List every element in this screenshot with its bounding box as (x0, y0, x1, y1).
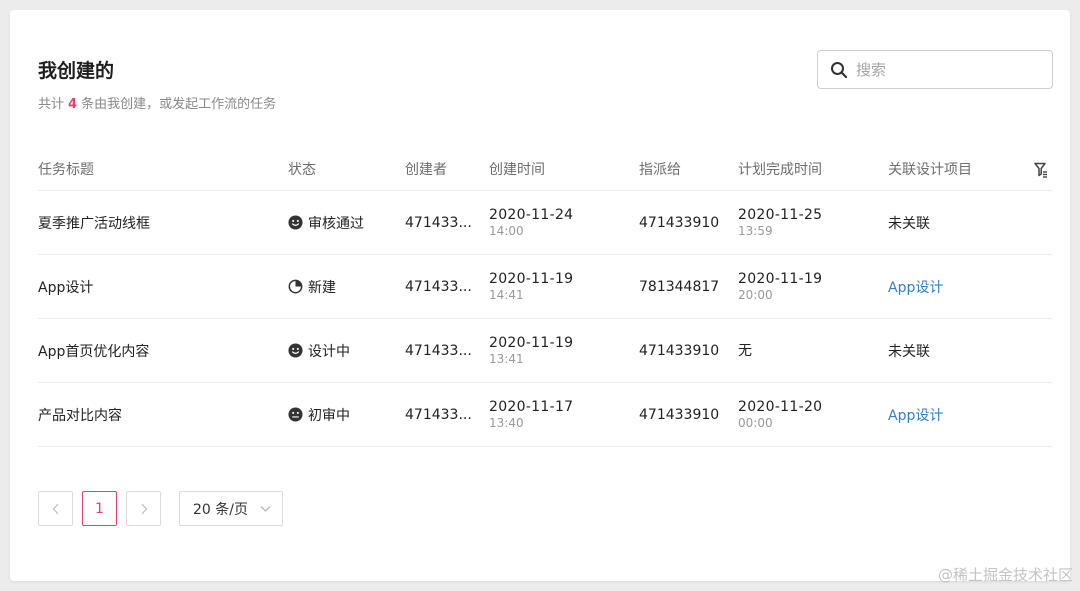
due-date: 2020-11-25 (738, 207, 823, 223)
due-clock: 00:00 (738, 416, 773, 430)
created-clock: 13:41 (489, 352, 524, 366)
task-due-time: 2020-11-19 20:00 (738, 271, 888, 302)
task-created-time: 2020-11-19 13:41 (489, 335, 639, 366)
task-project-link[interactable]: App设计 (888, 277, 1052, 297)
chevron-left-icon (52, 503, 58, 514)
table-row[interactable]: 夏季推广活动线框 审核通过 471433... 2020-11-24 14:00… (38, 191, 1052, 255)
task-created-time: 2020-11-19 14:41 (489, 271, 639, 302)
page-size-select[interactable]: 20 条/页 (179, 491, 283, 526)
task-title[interactable]: 夏季推广活动线框 (38, 213, 288, 233)
task-created-time: 2020-11-17 13:40 (489, 399, 639, 430)
table-row[interactable]: App首页优化内容 设计中 471433... 2020-11-19 13:41… (38, 319, 1052, 383)
task-title[interactable]: App设计 (38, 277, 288, 297)
task-project: 未关联 (888, 343, 930, 360)
task-creator: 471433... (405, 278, 472, 295)
task-status: 初审中 (288, 405, 405, 425)
task-due-time: 无 (738, 343, 888, 359)
created-date: 2020-11-19 (489, 271, 574, 287)
due-date: 无 (738, 342, 753, 359)
task-project-link[interactable]: App设计 (888, 405, 1052, 425)
page-number-button[interactable]: 1 (82, 491, 117, 526)
status-label: 审核通过 (308, 215, 364, 232)
prev-page-button[interactable] (38, 491, 73, 526)
chevron-down-icon (260, 505, 271, 512)
due-date: 2020-11-19 (738, 271, 823, 287)
task-status: 审核通过 (288, 213, 405, 233)
column-header-due-time[interactable]: 计划完成时间 (738, 159, 888, 179)
column-header-creator[interactable]: 创建者 (405, 159, 489, 179)
pie-clock-icon (288, 279, 303, 294)
table-row[interactable]: App设计 新建 471433... 2020-11-19 14:41 7813… (38, 255, 1052, 319)
task-status: 设计中 (288, 341, 405, 361)
chevron-right-icon (141, 503, 147, 514)
column-header-project[interactable]: 关联设计项目 (888, 159, 1052, 179)
neutral-face-icon (288, 407, 303, 422)
task-assignee: 471433910 (639, 406, 720, 423)
due-clock: 20:00 (738, 288, 773, 302)
search-icon (831, 61, 848, 78)
task-count: 4 (68, 97, 78, 112)
search-box[interactable] (817, 50, 1053, 89)
column-header-title[interactable]: 任务标题 (38, 159, 288, 179)
task-card: 我创建的 共计4条由我创建，或发起工作流的任务 任务标题 状态 创建者 创建时间… (10, 10, 1070, 581)
smiley-face-icon (288, 215, 303, 230)
subtitle-suffix: 条由我创建，或发起工作流的任务 (81, 97, 277, 112)
created-date: 2020-11-19 (489, 335, 574, 351)
column-filter-icon[interactable] (1034, 162, 1048, 178)
table-header: 任务标题 状态 创建者 创建时间 指派给 计划完成时间 关联设计项目 (38, 148, 1052, 191)
created-date: 2020-11-24 (489, 207, 574, 223)
task-project: 未关联 (888, 215, 930, 232)
page-subtitle: 共计 4 条由我创建，或发起工作流的任务 (38, 93, 276, 112)
smiley-face-icon (288, 343, 303, 358)
task-title[interactable]: App首页优化内容 (38, 341, 288, 361)
task-table: 任务标题 状态 创建者 创建时间 指派给 计划完成时间 关联设计项目 夏季推广活… (38, 148, 1052, 447)
task-due-time: 2020-11-25 13:59 (738, 207, 888, 238)
created-clock: 14:41 (489, 288, 524, 302)
created-clock: 13:40 (489, 416, 524, 430)
page-title: 我创建的 (38, 60, 115, 82)
task-due-time: 2020-11-20 00:00 (738, 399, 888, 430)
task-assignee: 471433910 (639, 342, 720, 359)
task-assignee: 471433910 (639, 214, 720, 231)
task-created-time: 2020-11-24 14:00 (489, 207, 639, 238)
search-input[interactable] (856, 60, 1046, 79)
watermark: @稀土掘金技术社区 (937, 566, 1073, 584)
task-status: 新建 (288, 277, 405, 297)
status-label: 设计中 (308, 343, 350, 360)
next-page-button[interactable] (126, 491, 161, 526)
table-row[interactable]: 产品对比内容 初审中 471433... 2020-11-17 13:40 47… (38, 383, 1052, 447)
status-label: 新建 (308, 279, 336, 296)
task-creator: 471433... (405, 214, 472, 231)
created-date: 2020-11-17 (489, 399, 574, 415)
task-creator: 471433... (405, 406, 472, 423)
status-label: 初审中 (308, 407, 350, 424)
task-creator: 471433... (405, 342, 472, 359)
column-header-created-time[interactable]: 创建时间 (489, 159, 639, 179)
created-clock: 14:00 (489, 224, 524, 238)
subtitle-prefix: 共计 (38, 97, 65, 112)
due-clock: 13:59 (738, 224, 773, 238)
task-title[interactable]: 产品对比内容 (38, 405, 288, 425)
column-header-assignee[interactable]: 指派给 (639, 159, 738, 179)
page-size-label: 20 条/页 (193, 501, 248, 518)
due-date: 2020-11-20 (738, 399, 823, 415)
pagination: 1 20 条/页 (38, 491, 283, 526)
task-assignee: 781344817 (639, 278, 720, 295)
column-header-status[interactable]: 状态 (288, 159, 405, 179)
